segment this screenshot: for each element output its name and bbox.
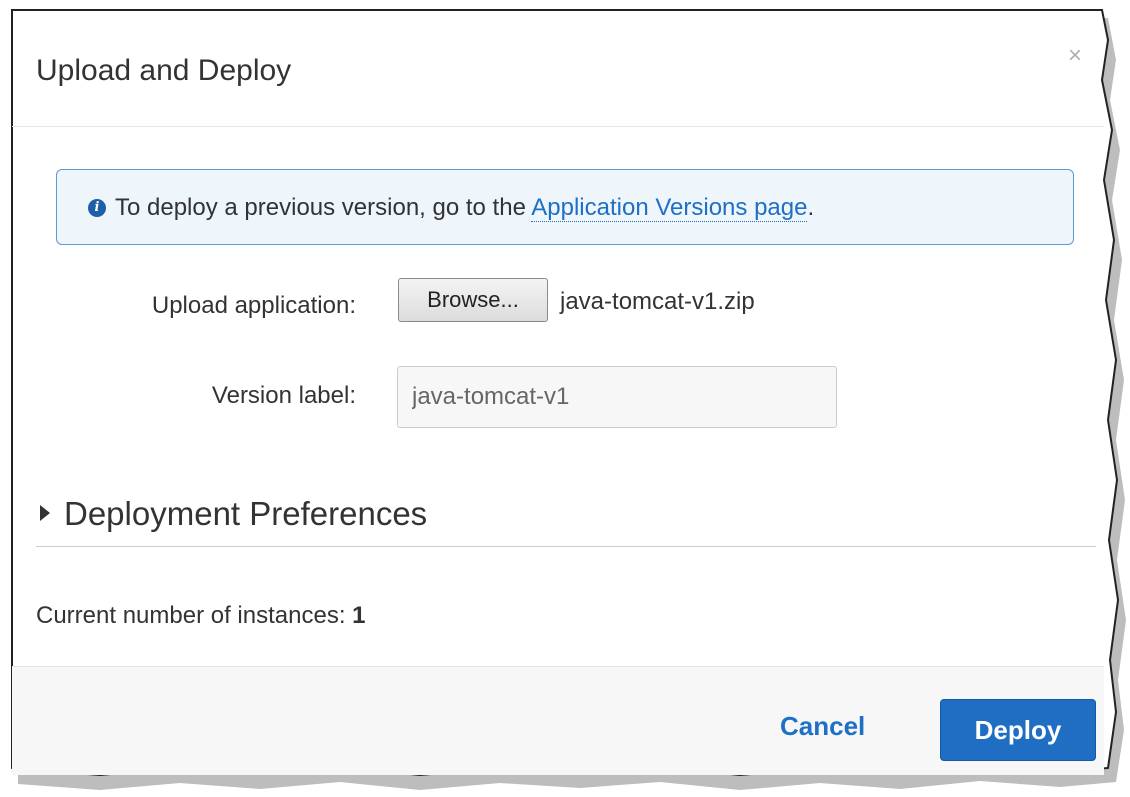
info-text: To deploy a previous version, go to the [115, 194, 532, 221]
version-label-label: Version label: [211, 382, 356, 409]
dialog-title: Upload and Deploy [36, 54, 292, 87]
upload-application-label: Upload application: [151, 292, 356, 319]
application-versions-link[interactable]: Application Versions page [531, 194, 808, 222]
info-alert: i To deploy a previous version, go to th… [56, 169, 1074, 245]
deployment-preferences-label: Deployment Preferences [64, 495, 428, 532]
instance-count: Current number of instances: 1 [36, 602, 366, 630]
version-label-input[interactable] [397, 366, 837, 428]
info-icon: i [88, 199, 106, 217]
instance-count-value: 1 [352, 602, 366, 629]
browse-button[interactable]: Browse... [398, 278, 548, 322]
deploy-button[interactable]: Deploy [940, 699, 1096, 761]
dialog-header: Upload and Deploy × [12, 10, 1104, 127]
instance-count-label: Current number of instances: [36, 602, 353, 629]
info-suffix: . [807, 194, 815, 221]
caret-right-icon [40, 505, 50, 521]
close-icon[interactable]: × [1068, 44, 1082, 68]
cancel-button[interactable]: Cancel [780, 711, 865, 742]
info-message: To deploy a previous version, go to the … [115, 194, 814, 222]
selected-file-name: java-tomcat-v1.zip [560, 288, 755, 315]
upload-deploy-dialog: Upload and Deploy × i To deploy a previo… [12, 10, 1104, 775]
section-divider [36, 546, 1096, 547]
dialog-footer: Cancel Deploy [12, 666, 1104, 775]
